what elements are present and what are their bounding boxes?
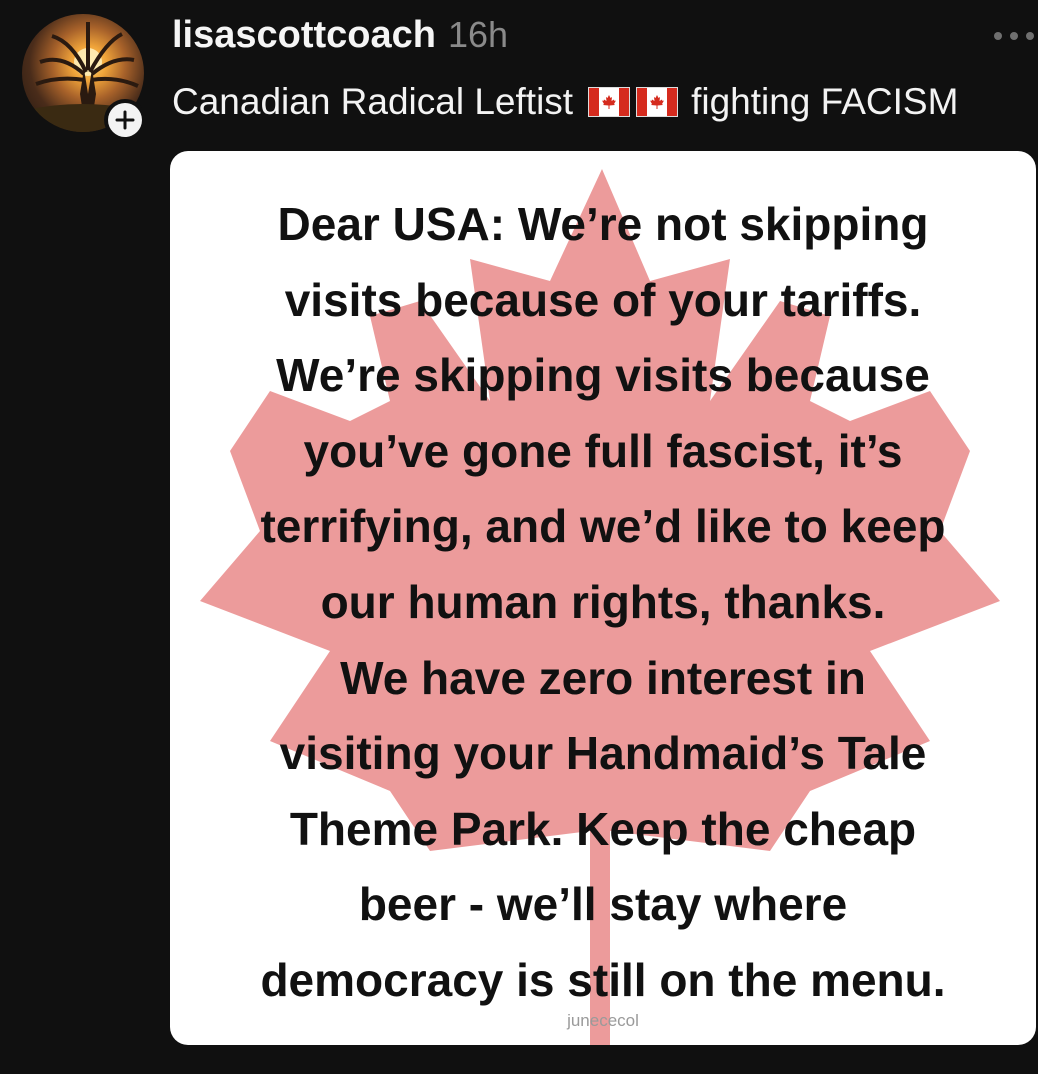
flags	[585, 87, 681, 117]
meme-line: you’ve gone full fascist, it’s	[303, 424, 903, 477]
meme-line: We’re skipping visits because	[276, 349, 930, 402]
meme-line: visiting your Handmaid’s Tale	[279, 727, 927, 780]
canada-flag-icon	[588, 87, 631, 117]
bio-text-suffix: fighting FACISM	[691, 81, 959, 122]
meme-line: democracy is still on the menu.	[260, 953, 946, 1006]
follow-button[interactable]	[104, 99, 146, 141]
meme-line: Theme Park. Keep the cheap	[289, 802, 917, 855]
image-watermark: junececol	[567, 1011, 639, 1030]
bio-text-prefix: Canadian Radical Leftist	[172, 81, 574, 122]
meme-text: Dear USA: We’re not skipping visits beca…	[170, 187, 1036, 1019]
user-bio: Canadian Radical Leftist fighting FACISM	[172, 78, 958, 126]
post-header: lisascottcoach 16h	[172, 14, 508, 60]
meme-line: We have zero interest in	[340, 651, 866, 704]
post-image[interactable]: Dear USA: We’re not skipping visits beca…	[170, 151, 1036, 1045]
more-horizontal-icon[interactable]	[994, 26, 1034, 46]
post-timestamp: 16h	[448, 14, 509, 55]
canada-flag-icon	[636, 87, 679, 117]
username[interactable]: lisascottcoach	[172, 14, 436, 57]
meme-line: beer - we’ll stay where	[358, 878, 848, 931]
meme-line: our human rights, thanks.	[320, 575, 886, 628]
plus-icon	[115, 110, 135, 130]
meme-line: Dear USA: We’re not skipping	[277, 198, 929, 250]
meme-line: visits because of your tariffs.	[284, 273, 922, 326]
meme-line: terrifying, and we’d like to keep	[260, 500, 946, 553]
